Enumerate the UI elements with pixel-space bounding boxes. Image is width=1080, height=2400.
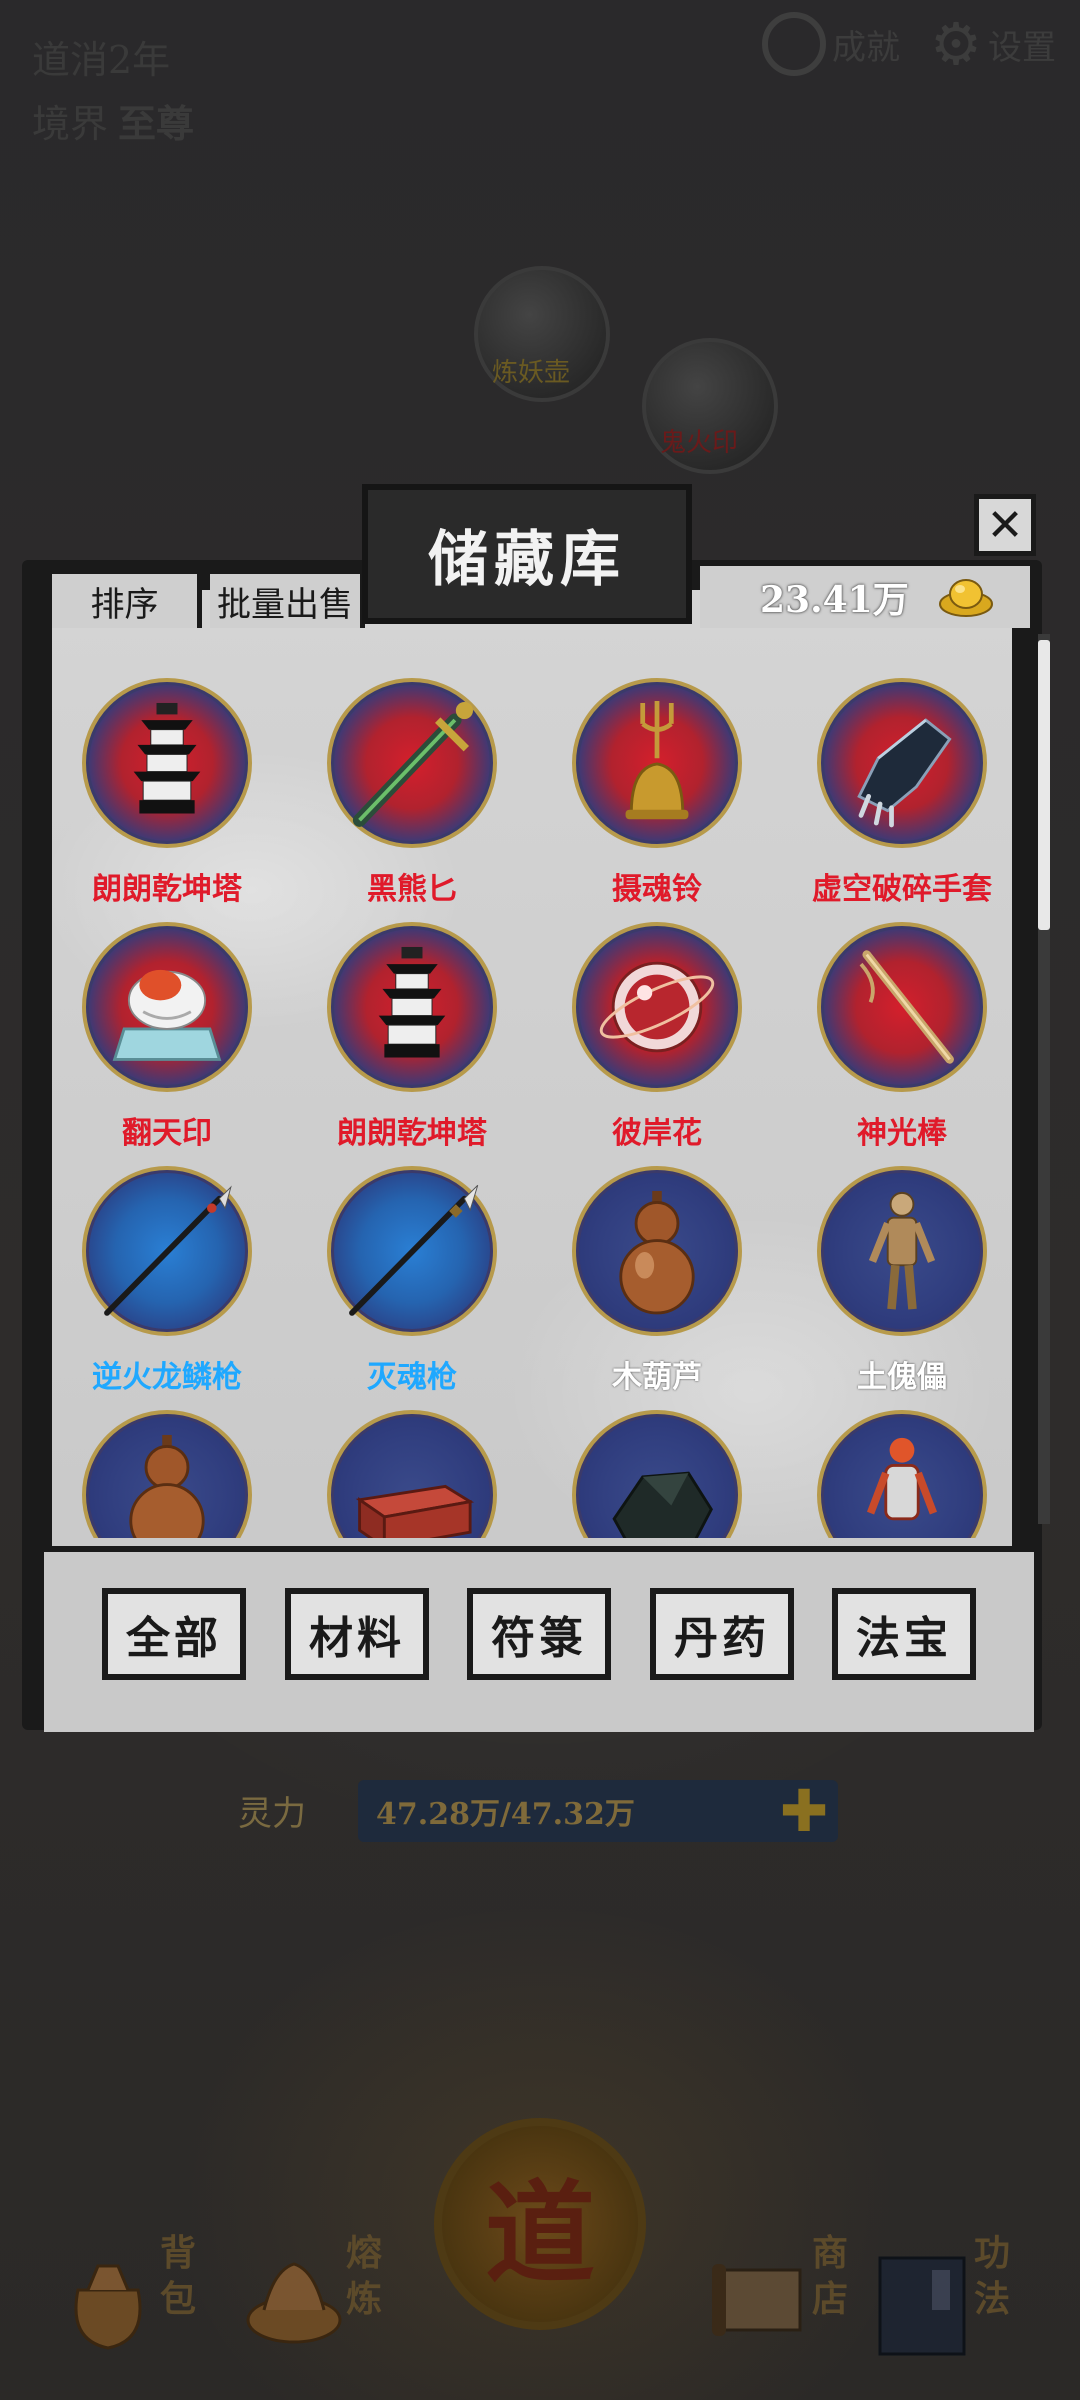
sort-label: 排序 — [90, 584, 159, 625]
close-icon: ✕ — [986, 499, 1024, 551]
bulk-sell-label: 批量出售 — [217, 584, 353, 625]
item-cell[interactable]: 摄魂铃 — [542, 628, 742, 907]
world-node-label: 炼妖壶 — [492, 358, 571, 388]
nav-label: 商店 — [812, 2232, 849, 2320]
item-cell[interactable]: 木葫芦 — [542, 1116, 742, 1395]
currency-value: 23.41万 — [760, 579, 909, 621]
tab-label: 全部 — [126, 1613, 222, 1664]
tab-materials[interactable]: 材料 — [285, 1588, 429, 1680]
nav-smelt[interactable]: 熔炼 — [234, 2220, 404, 2390]
achievements-button[interactable]: 成就 — [762, 12, 900, 76]
nav-label: 熔炼 — [346, 2232, 383, 2320]
era-text: 道消2年 — [32, 38, 171, 82]
realm-row: 境界 至尊 — [32, 92, 194, 156]
realm-value: 至尊 — [118, 101, 195, 146]
sort-button[interactable]: 排序 — [52, 574, 202, 628]
nav-bag[interactable]: 背包 — [48, 2220, 218, 2390]
item-cell[interactable]: 灭魂枪 — [297, 1116, 497, 1395]
gear-icon: ⚙ — [930, 10, 982, 78]
add-spirit-button[interactable]: ✚ — [770, 1780, 838, 1842]
close-button[interactable]: ✕ — [974, 494, 1036, 556]
item-cell[interactable] — [787, 1360, 987, 1538]
ore-icon — [572, 1410, 742, 1538]
nav-shop[interactable]: 商店 — [700, 2220, 870, 2390]
world-node-label: 鬼火印 — [660, 428, 739, 458]
settings-label: 设置 — [988, 27, 1056, 68]
item-cell[interactable] — [297, 1360, 497, 1538]
brick-icon — [327, 1410, 497, 1538]
item-grid: 朗朗乾坤塔 黑熊匕 摄魂铃 虚空破碎手套 翻天印 朗朗乾坤塔 彼岸花 神光棒 逆… — [52, 628, 1032, 1538]
tab-artifacts[interactable]: 法宝 — [832, 1588, 976, 1680]
realm-label: 境界 — [32, 102, 109, 146]
pagoda-icon — [82, 678, 252, 848]
item-cell[interactable]: 翻天印 — [52, 872, 252, 1151]
item-cell[interactable] — [542, 1360, 742, 1538]
achievements-label: 成就 — [832, 27, 900, 68]
tab-label: 法宝 — [856, 1613, 952, 1664]
nav-label: 功法 — [974, 2232, 1011, 2320]
item-cell[interactable]: 土傀儡 — [787, 1116, 987, 1395]
plus-icon: ✚ — [779, 1777, 829, 1845]
spear-icon — [327, 1166, 497, 1336]
item-cell[interactable]: 朗朗乾坤塔 — [297, 872, 497, 1151]
item-cell[interactable]: 朗朗乾坤塔 — [52, 628, 252, 907]
lotus-icon — [246, 2262, 342, 2344]
orb-icon — [572, 922, 742, 1092]
bottom-nav: 背包 熔炼 商店 功法 — [0, 2220, 1080, 2400]
pagoda-icon — [327, 922, 497, 1092]
bell-icon — [572, 678, 742, 848]
gauntlet-icon — [817, 678, 987, 848]
tab-talismans[interactable]: 符箓 — [467, 1588, 611, 1680]
bag-icon — [74, 2264, 142, 2350]
tab-label: 材料 — [309, 1613, 405, 1664]
gold-ingot-icon — [939, 579, 993, 617]
gourd-icon — [572, 1166, 742, 1336]
gourd-icon — [82, 1410, 252, 1538]
moon-icon — [762, 12, 826, 76]
figure-icon — [817, 1410, 987, 1538]
item-cell[interactable]: 黑熊匕 — [297, 628, 497, 907]
bulk-sell-button[interactable]: 批量出售 — [210, 574, 365, 628]
spirit-value: 47.28万/47.32万 — [376, 1797, 635, 1832]
item-cell[interactable] — [52, 1360, 252, 1538]
staff-icon — [817, 922, 987, 1092]
spirit-bar: 47.28万/47.32万 — [358, 1780, 838, 1842]
top-buttons: 成就 ⚙ 设置 — [762, 12, 1056, 76]
dagger-icon — [327, 678, 497, 848]
spear-icon — [82, 1166, 252, 1336]
tab-label: 符箓 — [491, 1613, 587, 1664]
status-panel: 道消2年 境界 至尊 — [32, 28, 194, 156]
settings-button[interactable]: ⚙ 设置 — [930, 12, 1056, 76]
item-cell[interactable]: 逆火龙鳞枪 — [52, 1116, 252, 1395]
spirit-label: 灵力 — [238, 1794, 306, 1834]
book-icon — [878, 2256, 966, 2356]
tab-pills[interactable]: 丹药 — [650, 1588, 794, 1680]
tab-label: 丹药 — [674, 1613, 770, 1664]
puppet-icon — [817, 1166, 987, 1336]
modal-title: 储藏库 — [428, 524, 626, 595]
currency-display: 23.41万 — [700, 566, 1030, 628]
item-cell[interactable]: 虚空破碎手套 — [787, 628, 992, 907]
seal-icon — [82, 922, 252, 1092]
modal-title-plate: 储藏库 — [362, 484, 692, 624]
nav-label: 背包 — [160, 2232, 197, 2320]
grid-scroll-thumb[interactable] — [1038, 640, 1050, 930]
tab-all[interactable]: 全部 — [102, 1588, 246, 1680]
item-cell[interactable]: 神光棒 — [787, 872, 987, 1151]
item-cell[interactable]: 彼岸花 — [542, 872, 742, 1151]
nav-techniques[interactable]: 功法 — [862, 2220, 1032, 2390]
scroll-icon — [712, 2264, 802, 2336]
